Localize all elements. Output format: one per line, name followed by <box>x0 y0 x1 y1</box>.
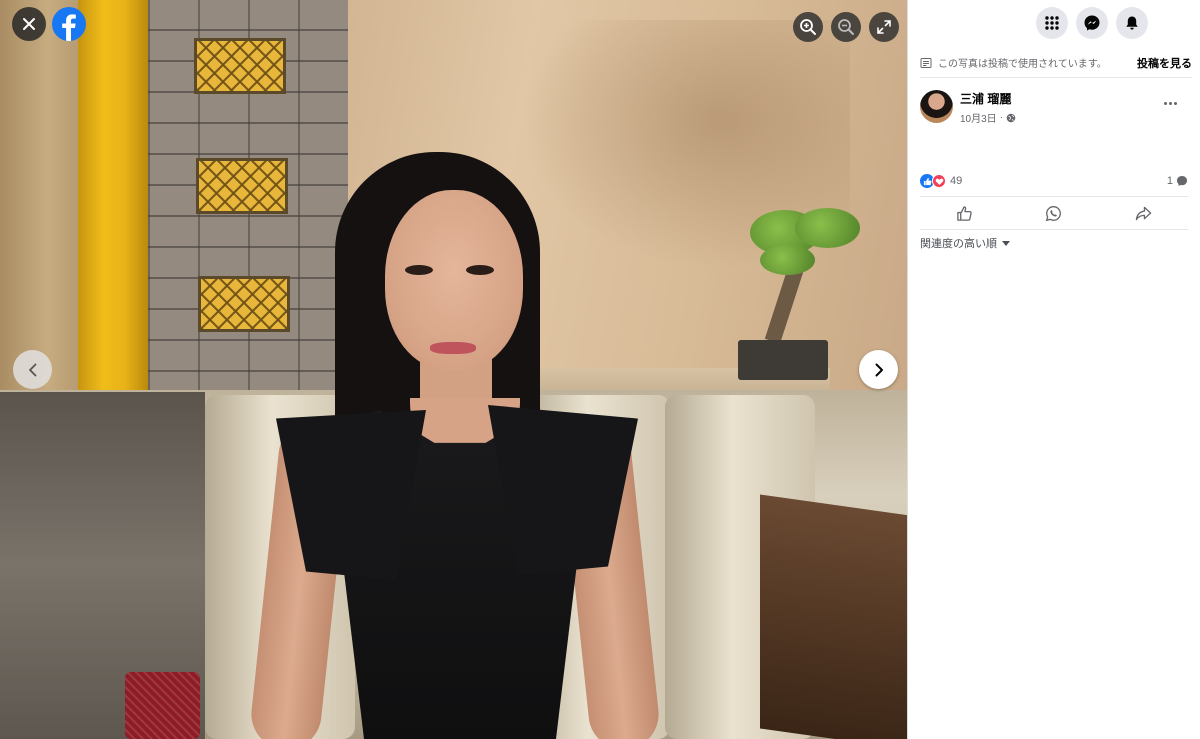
photo-curtain <box>0 0 80 400</box>
photo-viewer-page: この写真は投稿で使用されています。 投稿を見る 三浦 瑠麗 10月3日 · 49… <box>0 0 1200 739</box>
caret-down-icon <box>1002 240 1010 246</box>
photo-lattice-window <box>196 158 288 214</box>
menu-button[interactable] <box>1036 7 1068 39</box>
avatar[interactable] <box>920 90 953 123</box>
photo-lattice-window <box>198 276 290 332</box>
photo-toolbar <box>793 12 899 42</box>
love-reaction-icon[interactable] <box>932 174 946 188</box>
post-date[interactable]: 10月3日 <box>960 110 997 125</box>
top-navigation <box>908 0 1200 46</box>
post-side-panel: この写真は投稿で使用されています。 投稿を見る 三浦 瑠麗 10月3日 · 49… <box>907 0 1200 739</box>
more-options-button[interactable] <box>1158 94 1182 112</box>
zoom-in-button[interactable] <box>793 12 823 42</box>
post-meta: 10月3日 · <box>960 110 1016 125</box>
photo-bonsai-foliage <box>795 208 860 248</box>
share-button[interactable] <box>1099 197 1188 229</box>
author-name[interactable]: 三浦 瑠麗 <box>960 90 1016 107</box>
photo-bonsai-pot <box>738 340 828 380</box>
meta-separator: · <box>999 112 1004 123</box>
post-photo[interactable] <box>0 0 907 739</box>
zoom-in-icon <box>800 19 816 35</box>
photo-red-bag <box>125 672 200 739</box>
fullscreen-icon <box>877 20 891 34</box>
more-dot <box>1163 101 1167 105</box>
like-button[interactable] <box>920 197 1009 229</box>
photo-viewer <box>0 0 907 739</box>
photo-yellow-curtain <box>78 0 150 400</box>
comment-sort-dropdown[interactable]: 関連度の高い順 <box>920 234 1010 252</box>
messenger-icon <box>1084 15 1100 31</box>
comment-sort-label: 関連度の高い順 <box>920 238 997 250</box>
photo-person-eye <box>405 265 433 275</box>
reaction-count[interactable]: 49 <box>950 175 962 187</box>
thumbs-up-icon <box>923 177 931 185</box>
view-post-link[interactable]: 投稿を見る <box>1137 55 1192 71</box>
send-whatsapp-button[interactable] <box>1009 197 1098 229</box>
close-icon <box>23 18 35 30</box>
close-button[interactable] <box>12 7 46 41</box>
fullscreen-button[interactable] <box>869 12 899 42</box>
reaction-summary: 49 1 <box>920 172 1188 190</box>
heart-icon <box>935 178 943 185</box>
author-info: 三浦 瑠麗 10月3日 · <box>960 90 1016 125</box>
photo-person-eye <box>466 265 494 275</box>
more-dot <box>1168 101 1172 105</box>
comment-bubble-icon <box>1177 176 1187 186</box>
previous-photo-button[interactable] <box>13 350 52 389</box>
post-actions <box>920 196 1188 230</box>
notifications-button[interactable] <box>1116 7 1148 39</box>
next-photo-button[interactable] <box>859 350 898 389</box>
whatsapp-icon <box>1046 205 1062 221</box>
chevron-right-icon <box>875 363 883 376</box>
share-icon <box>1135 206 1152 220</box>
messenger-button[interactable] <box>1076 7 1108 39</box>
chevron-left-icon <box>28 363 36 376</box>
more-dot <box>1173 101 1177 105</box>
comment-count-value: 1 <box>1166 175 1173 187</box>
photo-lattice-window <box>194 38 286 94</box>
comment-count[interactable]: 1 <box>1167 175 1188 187</box>
facebook-logo[interactable] <box>52 7 86 41</box>
facebook-f-icon <box>62 14 76 41</box>
apps-grid-icon <box>1045 16 1059 30</box>
bell-icon <box>1126 16 1138 30</box>
like-icon <box>957 205 972 221</box>
globe-icon[interactable] <box>1006 113 1016 123</box>
post-document-icon <box>920 57 932 68</box>
zoom-out-icon <box>838 19 854 35</box>
notice-text: この写真は投稿で使用されています。 <box>938 59 1107 70</box>
photo-table <box>760 494 907 739</box>
post-author: 三浦 瑠麗 10月3日 · <box>920 90 1188 130</box>
zoom-out-button[interactable] <box>831 12 861 42</box>
photo-bonsai-foliage <box>760 245 815 275</box>
photo-used-in-post-notice: この写真は投稿で使用されています。 投稿を見る <box>920 48 1192 78</box>
photo-person-lips <box>430 342 476 354</box>
